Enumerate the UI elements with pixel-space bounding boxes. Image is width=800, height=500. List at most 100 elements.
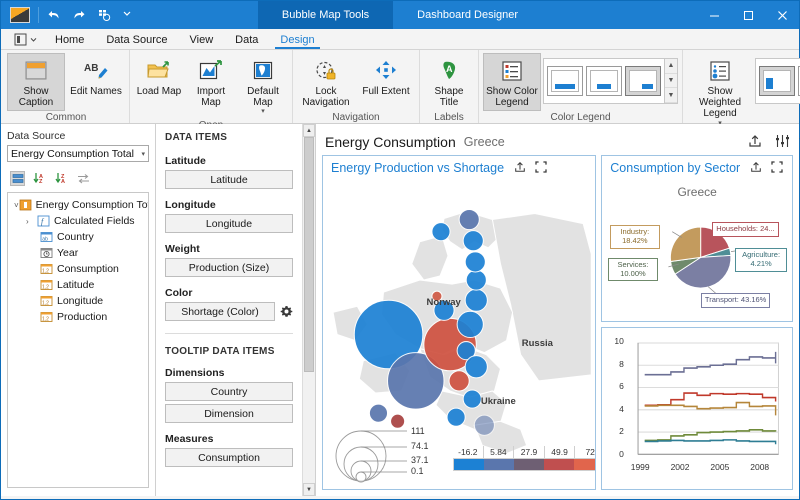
sort-ascending-icon[interactable]: A Z: [32, 171, 47, 186]
scroll-up-icon[interactable]: ▲: [303, 124, 315, 137]
export-icon-pie[interactable]: [750, 161, 762, 176]
right-widget-column: Consumption by Sector: [601, 155, 793, 490]
color-legend-style-3[interactable]: [625, 66, 661, 96]
redo-icon[interactable]: [72, 8, 86, 22]
line-chart[interactable]: 10 8 6 4 2 0 1999 2002 2005 2008: [602, 328, 792, 489]
quick-access-dropdown-icon[interactable]: [122, 8, 136, 22]
svg-text:1,2: 1,2: [42, 268, 49, 274]
tree-node-latitude[interactable]: 1,2 Latitude: [10, 277, 146, 293]
data-source-tree[interactable]: ˅ Energy Consumption Total › f Calculate…: [7, 192, 149, 488]
map-widget-body[interactable]: Norway Russia Ukraine: [323, 180, 595, 489]
number-field-icon: 1,2: [40, 263, 53, 275]
data-source-toolbar: A Z Z A: [7, 167, 149, 189]
svg-text:1,2: 1,2: [42, 284, 49, 290]
shape-title-label: Shape Title: [426, 86, 472, 108]
weighted-legend: 111 74.1 37.1 0.1: [335, 427, 447, 483]
tree-node-year[interactable]: Year: [10, 245, 146, 261]
edit-names-button[interactable]: AB Edit Names: [67, 53, 125, 100]
map-widget[interactable]: Energy Production vs Shortage: [322, 155, 596, 490]
default-map-dropdown-icon[interactable]: ▾: [261, 108, 265, 116]
color-legend-segment-4: [544, 459, 574, 470]
tab-data-source[interactable]: Data Source: [95, 32, 178, 49]
tooltip-item-consumption[interactable]: Consumption: [165, 448, 293, 467]
tree-node-country[interactable]: ab Country: [10, 229, 146, 245]
shape-title-button[interactable]: A Shape Title: [424, 53, 474, 111]
show-color-legend-button[interactable]: Show Color Legend: [483, 53, 541, 111]
close-button[interactable]: [765, 1, 799, 29]
data-item-longitude[interactable]: Longitude: [165, 214, 293, 233]
tab-data[interactable]: Data: [224, 32, 269, 49]
database-icon: [19, 199, 32, 211]
sort-descending-icon[interactable]: Z A: [54, 171, 69, 186]
data-item-latitude[interactable]: Latitude: [165, 170, 293, 189]
tree-node-longitude[interactable]: 1,2 Longitude: [10, 293, 146, 309]
tooltip-item-country[interactable]: Country: [165, 382, 293, 401]
color-legend-style-2[interactable]: [586, 66, 622, 96]
export-icon[interactable]: [748, 134, 762, 151]
default-map-button[interactable]: Default Map ▾: [238, 53, 288, 119]
dashboard-header: Energy Consumption Greece: [322, 129, 793, 155]
data-source-panel: Data Source Energy Consumption Total ▾ A: [1, 124, 156, 496]
minimize-button[interactable]: [697, 1, 731, 29]
show-caption-button[interactable]: Show Caption: [7, 53, 65, 111]
color-legend-gallery[interactable]: ▲ ▼ ▼: [543, 58, 678, 104]
tooltip-item-dimension[interactable]: Dimension: [165, 404, 293, 423]
show-color-legend-icon: [499, 57, 525, 85]
tab-design[interactable]: Design: [269, 32, 325, 49]
fullscreen-icon-map[interactable]: [535, 161, 547, 176]
show-weighted-legend-button[interactable]: Show Weighted Legend ▾: [687, 53, 753, 130]
scroll-down-icon[interactable]: ▼: [303, 483, 315, 496]
weighted-legend-gallery[interactable]: ▲ ▼ ▼: [755, 58, 800, 104]
show-weighted-legend-label: Show Weighted Legend: [689, 86, 751, 120]
tooltip-section-measures: Measures: [165, 433, 293, 445]
tree-node-calculated-fields[interactable]: › f Calculated Fields: [10, 213, 146, 229]
lock-navigation-button[interactable]: Lock Navigation: [297, 53, 355, 111]
import-map-button[interactable]: Import Map: [186, 53, 236, 111]
export-icon-map[interactable]: [514, 161, 526, 176]
tree-node-energy-consumption-total[interactable]: ˅ Energy Consumption Total: [10, 197, 146, 213]
swap-icon[interactable]: [76, 171, 91, 186]
pie-chart[interactable]: Greece: [602, 180, 792, 321]
line-chart-widget[interactable]: 10 8 6 4 2 0 1999 2002 2005 2008: [601, 327, 793, 490]
load-map-button[interactable]: Load Map: [134, 53, 184, 100]
tree-node-label-3: Country: [57, 231, 94, 243]
pie-widget-icons: [750, 161, 783, 176]
scrollbar-track[interactable]: [303, 137, 315, 483]
gallery-scroll-up-icon[interactable]: ▲: [665, 59, 677, 74]
svg-text:1,2: 1,2: [42, 316, 49, 322]
customize-icon[interactable]: [97, 8, 111, 22]
collapse-icon[interactable]: [10, 171, 25, 186]
full-extent-button[interactable]: Full Extent: [357, 53, 415, 100]
maximize-button[interactable]: [731, 1, 765, 29]
shape-title-icon: A: [436, 57, 462, 85]
gear-icon[interactable]: [279, 305, 293, 319]
data-items-scroll-area: DATA ITEMS Latitude Latitude Longitude L…: [156, 124, 302, 496]
weighted-legend-style-1[interactable]: [759, 66, 795, 96]
undo-icon[interactable]: [47, 8, 61, 22]
data-item-weight[interactable]: Production (Size): [165, 258, 293, 277]
expander-icon-2[interactable]: ›: [26, 217, 37, 226]
tree-node-production[interactable]: 1,2 Production: [10, 309, 146, 325]
color-legend-gallery-scrollbar[interactable]: ▲ ▼ ▼: [664, 59, 677, 103]
data-source-combo[interactable]: Energy Consumption Total ▾: [7, 145, 149, 162]
map-widget-title: Energy Production vs Shortage: [331, 161, 504, 175]
tab-home[interactable]: Home: [44, 32, 95, 49]
gallery-more-icon[interactable]: ▼: [665, 88, 677, 103]
context-tab-bubble-map-tools[interactable]: Bubble Map Tools: [258, 1, 393, 29]
gallery-scroll-down-icon[interactable]: ▼: [665, 74, 677, 89]
tab-view[interactable]: View: [179, 32, 225, 49]
pie-widget-body[interactable]: Greece: [602, 180, 792, 321]
line-chart-body[interactable]: 10 8 6 4 2 0 1999 2002 2005 2008: [602, 328, 792, 489]
pie-widget[interactable]: Consumption by Sector: [601, 155, 793, 322]
color-legend-tick-3: 27.9: [514, 446, 545, 458]
file-menu-button[interactable]: [7, 32, 44, 49]
data-item-color[interactable]: Shortage (Color): [165, 302, 275, 321]
tree-node-consumption[interactable]: 1,2 Consumption: [10, 261, 146, 277]
color-legend-style-1[interactable]: [547, 66, 583, 96]
data-items-scrollbar[interactable]: ▲ ▼: [302, 124, 315, 496]
pie-callout-households: Households: 24...: [712, 222, 778, 237]
parameters-icon[interactable]: [775, 134, 790, 151]
scrollbar-thumb[interactable]: [304, 137, 314, 372]
show-weighted-legend-icon: [707, 57, 733, 85]
fullscreen-icon-pie[interactable]: [771, 161, 783, 176]
